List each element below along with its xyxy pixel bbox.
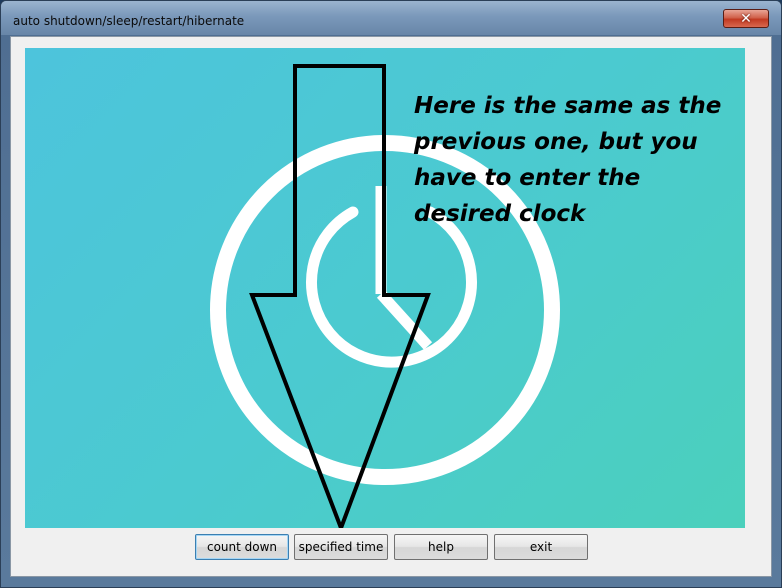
client-area: Here is the same as the previous one, bu… <box>10 36 772 577</box>
help-button[interactable]: help <box>394 534 488 560</box>
clock-minute-hand <box>376 290 433 350</box>
down-arrow-annotation <box>249 64 431 528</box>
specified-time-label: specified time <box>298 540 384 554</box>
close-button[interactable]: ✕ <box>723 9 769 28</box>
count-down-button[interactable]: count down <box>195 534 289 560</box>
exit-label: exit <box>529 540 553 554</box>
title-bar[interactable]: auto shutdown/sleep/restart/hibernate ✕ <box>1 1 781 35</box>
power-arc-shape <box>306 206 477 368</box>
app-window: auto shutdown/sleep/restart/hibernate ✕ <box>0 0 782 588</box>
help-label: help <box>428 540 454 554</box>
exit-button[interactable]: exit <box>494 534 588 560</box>
specified-time-button[interactable]: specified time <box>294 534 388 560</box>
count-down-label: count down <box>206 540 278 554</box>
annotation-caption: Here is the same as the previous one, bu… <box>414 93 722 227</box>
illustration-panel: Here is the same as the previous one, bu… <box>25 48 745 528</box>
close-icon: ✕ <box>740 10 752 27</box>
window-title: auto shutdown/sleep/restart/hibernate <box>13 14 245 28</box>
